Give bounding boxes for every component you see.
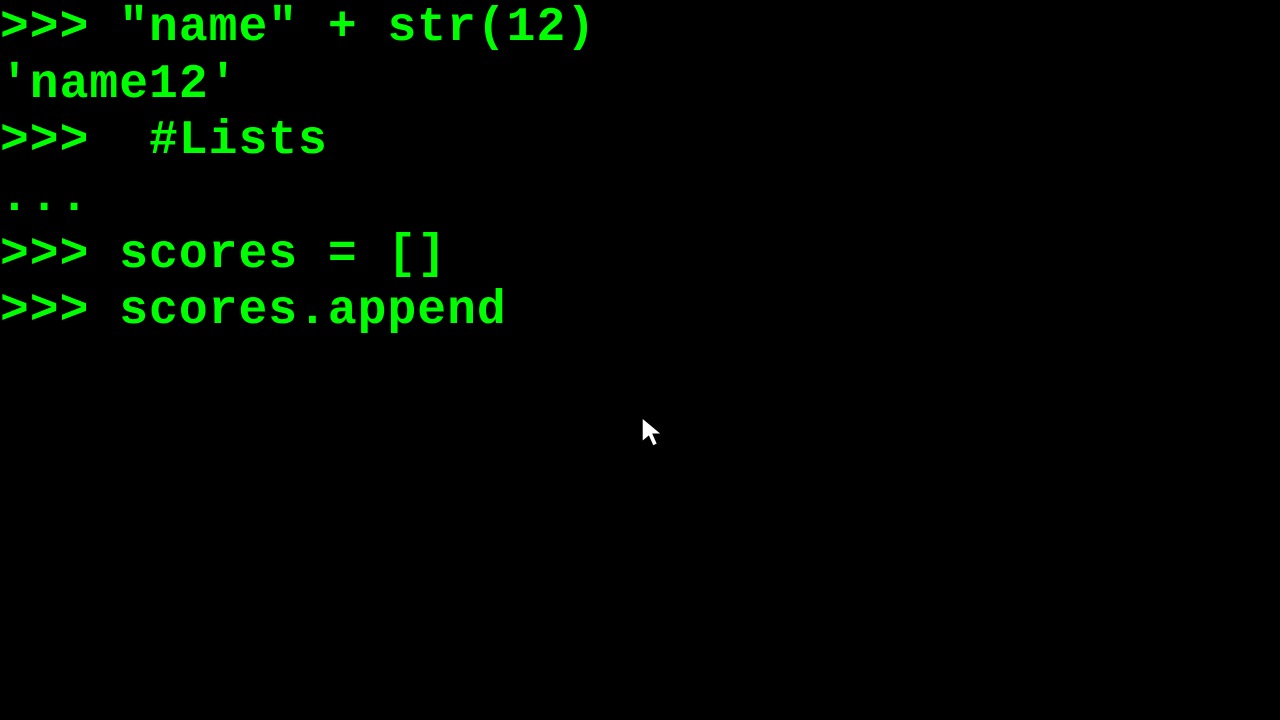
terminal-line: 'name12' <box>0 57 1280 114</box>
terminal-line: >>> "name" + str(12) <box>0 0 1280 57</box>
terminal-line: >>> scores = [] <box>0 227 1280 284</box>
terminal-input-text: scores = [] <box>119 228 447 282</box>
terminal-area[interactable]: >>> "name" + str(12) 'name12' >>> #Lists… <box>0 0 1280 340</box>
terminal-input-text: scores.append <box>119 284 506 338</box>
mouse-cursor-icon <box>640 415 666 451</box>
terminal-line: >>> scores.append <box>0 283 1280 340</box>
terminal-input-text: #Lists <box>119 114 328 168</box>
terminal-line: ... <box>0 170 1280 227</box>
prompt: >>> <box>0 114 119 168</box>
terminal-output-text: 'name12' <box>0 58 238 112</box>
prompt: >>> <box>0 1 119 55</box>
prompt: >>> <box>0 284 119 338</box>
prompt: >>> <box>0 228 119 282</box>
terminal-input-text: "name" + str(12) <box>119 1 596 55</box>
continuation-prompt: ... <box>0 171 89 225</box>
terminal-line: >>> #Lists <box>0 113 1280 170</box>
